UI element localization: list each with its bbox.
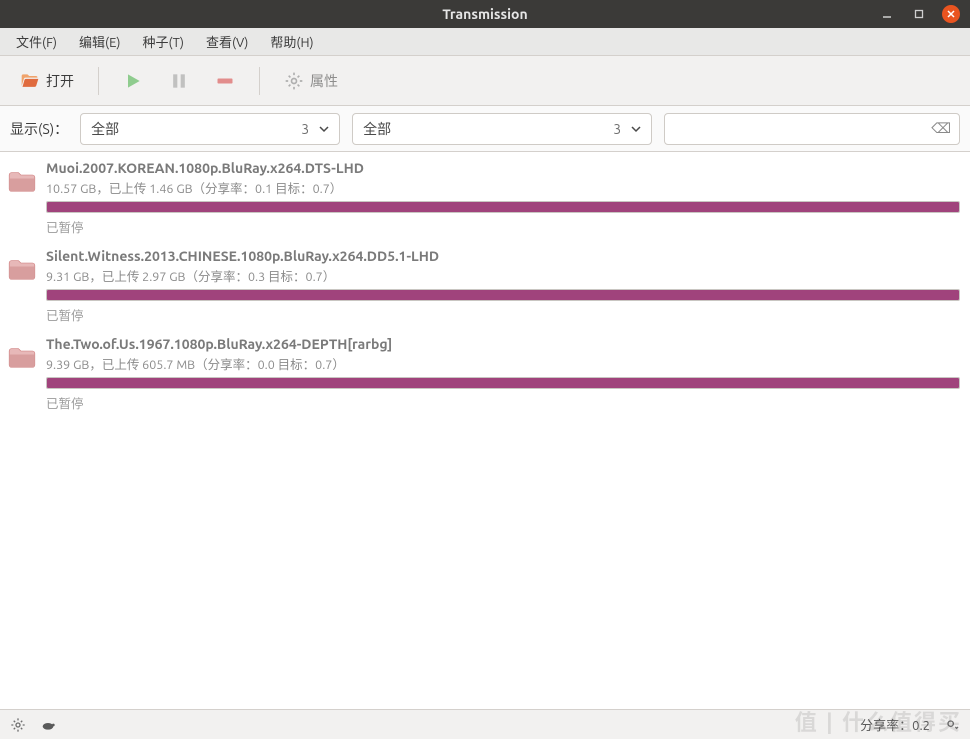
properties-label: 属性 [310, 71, 338, 91]
gear-icon [10, 717, 26, 733]
stats-options-button[interactable] [944, 717, 960, 733]
open-button[interactable]: 打开 [10, 65, 84, 97]
torrent-stats: 9.31 GB，已上传 2.97 GB（分享率：0.3 目标：0.7） [46, 266, 960, 285]
torrent-progress [46, 289, 960, 301]
filter-status-count: 3 [301, 121, 309, 137]
maximize-icon [914, 9, 924, 19]
menu-edit[interactable]: 编辑(E) [69, 28, 130, 55]
maximize-button[interactable] [910, 5, 928, 23]
menu-file[interactable]: 文件(F) [6, 28, 67, 55]
folder-icon [8, 170, 36, 194]
torrent-row[interactable]: Muoi.2007.KOREAN.1080p.BluRay.x264.DTS-L… [0, 152, 970, 240]
filter-status-combo[interactable]: 全部 3 [80, 113, 340, 145]
toolbar-separator [98, 67, 99, 95]
menubar: 文件(F) 编辑(E) 种子(T) 查看(V) 帮助(H) [0, 28, 970, 56]
search-input[interactable] [673, 121, 931, 137]
alt-speed-button[interactable] [40, 717, 56, 733]
chevron-down-icon [944, 717, 960, 733]
start-button[interactable] [113, 65, 153, 97]
turtle-icon [40, 717, 56, 733]
pause-button[interactable] [159, 65, 199, 97]
clear-search-icon[interactable]: ⌫ [931, 120, 951, 137]
torrent-name: The.Two.of.Us.1967.1080p.BluRay.x264-DEP… [46, 336, 960, 352]
search-field[interactable]: ⌫ [664, 113, 960, 145]
torrent-name: Silent.Witness.2013.CHINESE.1080p.BluRay… [46, 248, 960, 264]
torrent-row[interactable]: The.Two.of.Us.1967.1080p.BluRay.x264-DEP… [0, 328, 970, 416]
gear-icon [284, 71, 304, 91]
menu-view[interactable]: 查看(V) [196, 28, 258, 55]
minimize-icon [882, 9, 892, 19]
window-title: Transmission [0, 6, 970, 22]
torrent-stats: 10.57 GB，已上传 1.46 GB（分享率：0.1 目标：0.7） [46, 178, 960, 197]
properties-button[interactable]: 属性 [274, 65, 348, 97]
minimize-button[interactable] [878, 5, 896, 23]
window-controls [878, 5, 970, 23]
folder-open-icon [20, 71, 40, 91]
torrent-stats: 9.39 GB，已上传 605.7 MB（分享率：0.0 目标：0.7） [46, 354, 960, 373]
filter-tracker-value: 全部 [363, 119, 613, 139]
filter-label: 显示(S)： [10, 119, 68, 139]
torrent-status: 已暂停 [46, 217, 960, 236]
play-icon [123, 71, 143, 91]
menu-help[interactable]: 帮助(H) [260, 28, 323, 55]
menu-torrent[interactable]: 种子(T) [133, 28, 194, 55]
filter-status-value: 全部 [91, 119, 301, 139]
chevron-down-icon [631, 124, 641, 134]
settings-button[interactable] [10, 717, 26, 733]
titlebar: Transmission [0, 0, 970, 28]
pause-icon [169, 71, 189, 91]
folder-icon [8, 258, 36, 282]
torrent-name: Muoi.2007.KOREAN.1080p.BluRay.x264.DTS-L… [46, 160, 960, 176]
filter-tracker-count: 3 [613, 121, 621, 137]
open-label: 打开 [46, 71, 74, 91]
torrent-status: 已暂停 [46, 393, 960, 412]
torrent-progress [46, 377, 960, 389]
ratio-label: 分享率：0.2 [860, 715, 930, 734]
toolbar: 打开 属性 [0, 56, 970, 106]
filter-tracker-combo[interactable]: 全部 3 [352, 113, 652, 145]
close-icon [946, 9, 956, 19]
close-button[interactable] [942, 5, 960, 23]
torrent-status: 已暂停 [46, 305, 960, 324]
folder-icon [8, 346, 36, 370]
torrent-progress [46, 201, 960, 213]
chevron-down-icon [319, 124, 329, 134]
statusbar: 分享率：0.2 [0, 709, 970, 739]
remove-button[interactable] [205, 65, 245, 97]
torrent-row[interactable]: Silent.Witness.2013.CHINESE.1080p.BluRay… [0, 240, 970, 328]
toolbar-separator [259, 67, 260, 95]
remove-icon [215, 71, 235, 91]
filterbar: 显示(S)： 全部 3 全部 3 ⌫ [0, 106, 970, 152]
torrent-list[interactable]: Muoi.2007.KOREAN.1080p.BluRay.x264.DTS-L… [0, 152, 970, 709]
